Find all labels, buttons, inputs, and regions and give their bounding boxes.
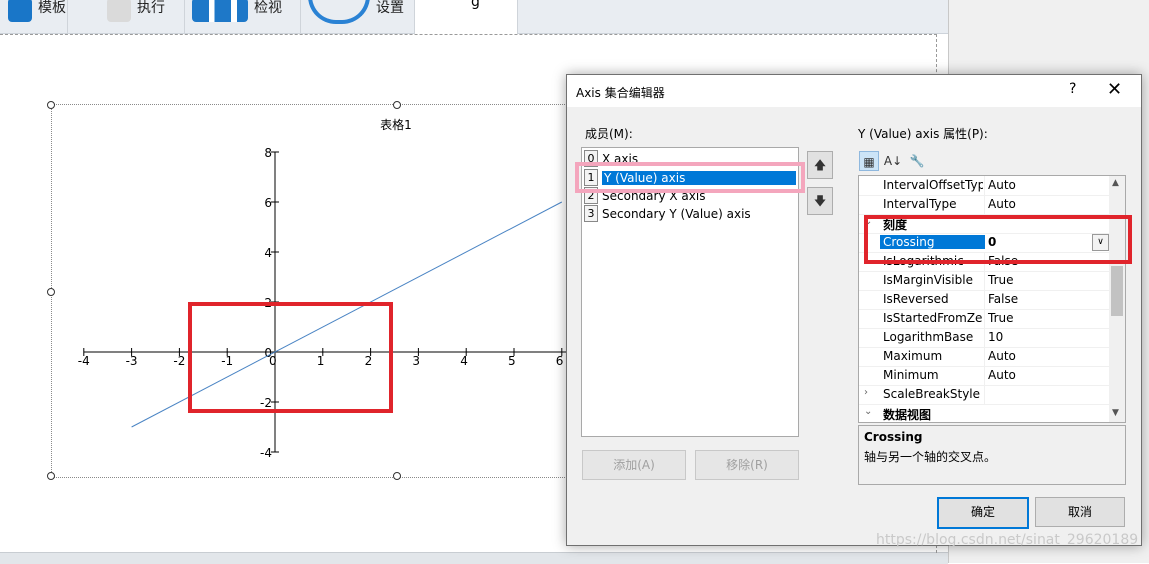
property-scrollbar[interactable]: ▲ ▼ — [1109, 176, 1125, 422]
property-row[interactable]: Minimum Auto — [859, 366, 1109, 386]
annotation-box-origin — [188, 302, 393, 413]
y-tick-label: 6 — [264, 196, 272, 210]
property-value: False — [988, 292, 1019, 306]
dialog-title: Axis 集合编辑器 — [576, 86, 665, 100]
x-tick-label: -3 — [126, 354, 138, 368]
category-name: 数据视图 — [883, 408, 932, 422]
help-button[interactable]: ? — [1069, 81, 1076, 97]
member-item[interactable]: 3 Secondary Y (Value) axis — [584, 205, 796, 222]
property-name: Maximum — [883, 349, 943, 363]
property-value: True — [988, 273, 1014, 287]
annotation-box-member — [575, 162, 805, 193]
property-value: Auto — [988, 178, 1016, 192]
add-button[interactable]: 添加(A) — [582, 450, 686, 480]
chart-title: 表格1 — [380, 117, 412, 132]
property-row[interactable]: IsMarginVisible True — [859, 271, 1109, 291]
property-value: 10 — [988, 330, 1004, 344]
member-index: 3 — [584, 205, 598, 222]
members-label: 成员(M): — [585, 127, 633, 141]
property-name: IntervalOffsetTyp — [883, 178, 983, 192]
y-tick-label: 8 — [264, 146, 272, 160]
ok-button[interactable]: 确定 — [937, 497, 1029, 529]
property-value: True — [988, 311, 1014, 325]
collapse-icon[interactable]: ⌄ — [864, 406, 872, 417]
property-row[interactable]: Maximum Auto — [859, 347, 1109, 367]
property-value: Auto — [988, 197, 1016, 211]
close-button[interactable]: ✕ — [1107, 79, 1122, 100]
axis-collection-editor-dialog: Axis 集合编辑器 ? ✕ 成员(M): 0 X axis 1 Y (Valu… — [566, 74, 1142, 546]
member-name: Secondary Y (Value) axis — [602, 206, 751, 221]
scroll-down-icon[interactable]: ▼ — [1112, 408, 1119, 418]
watermark: https://blog.csdn.net/sinat_29620189 — [876, 532, 1139, 548]
x-tick-label: -4 — [78, 354, 90, 368]
y-tick-label: -4 — [260, 446, 272, 460]
annotation-box-crossing — [864, 215, 1132, 264]
y-tick-label: 4 — [264, 246, 272, 260]
property-row[interactable]: IntervalOffsetTyp Auto — [859, 176, 1109, 196]
property-value: Auto — [988, 368, 1016, 382]
property-name: ScaleBreakStyle — [883, 387, 981, 401]
property-grid[interactable]: IntervalOffsetTyp Auto IntervalType Auto… — [858, 175, 1126, 423]
wrench-icon[interactable]: 🔧 — [907, 151, 927, 171]
categorized-icon[interactable]: ▦ — [859, 151, 879, 171]
property-name: IsReversed — [883, 292, 949, 306]
dialog-titlebar: Axis 集合编辑器 ? ✕ — [567, 75, 1141, 107]
cancel-button[interactable]: 取消 — [1035, 497, 1125, 527]
property-row[interactable]: IsStartedFromZer True — [859, 309, 1109, 329]
bottom-strip — [0, 552, 948, 564]
x-tick-label: 4 — [460, 354, 468, 368]
remove-button[interactable]: 移除(R) — [695, 450, 799, 480]
alphabetical-icon[interactable]: A↓ — [883, 151, 903, 171]
property-row[interactable]: IntervalType Auto — [859, 195, 1109, 215]
property-name: IsMarginVisible — [883, 273, 973, 287]
x-tick-label: 6 — [556, 354, 564, 368]
property-category[interactable]: ⌄ 数据视图 — [859, 404, 1109, 422]
expand-icon[interactable]: › — [864, 387, 868, 398]
properties-label: Y (Value) axis 属性(P): — [858, 127, 988, 141]
property-row[interactable]: › ScaleBreakStyle — [859, 385, 1109, 405]
property-description: Crossing 轴与另一个轴的交叉点。 — [858, 425, 1126, 485]
x-tick-label: 5 — [508, 354, 516, 368]
move-up-button[interactable]: 🡅 — [807, 151, 833, 179]
property-toolbar: ▦ A↓ 🔧 — [859, 151, 927, 171]
move-down-button[interactable]: 🡇 — [807, 187, 833, 215]
resize-handle-sw[interactable] — [47, 472, 55, 480]
property-name: IsStartedFromZer — [883, 311, 983, 325]
property-name: Minimum — [883, 368, 939, 382]
x-tick-label: -2 — [173, 354, 185, 368]
property-name: LogarithmBase — [883, 330, 974, 344]
scroll-up-icon[interactable]: ▲ — [1112, 178, 1119, 188]
property-row[interactable]: LogarithmBase 10 — [859, 328, 1109, 348]
scroll-thumb[interactable] — [1111, 266, 1123, 316]
property-row[interactable]: IsReversed False — [859, 290, 1109, 310]
property-value: Auto — [988, 349, 1016, 363]
description-title: Crossing — [864, 430, 923, 444]
property-name: IntervalType — [883, 197, 957, 211]
x-tick-label: 3 — [412, 354, 420, 368]
resize-handle-s[interactable] — [393, 472, 401, 480]
description-text: 轴与另一个轴的交叉点。 — [864, 450, 997, 464]
